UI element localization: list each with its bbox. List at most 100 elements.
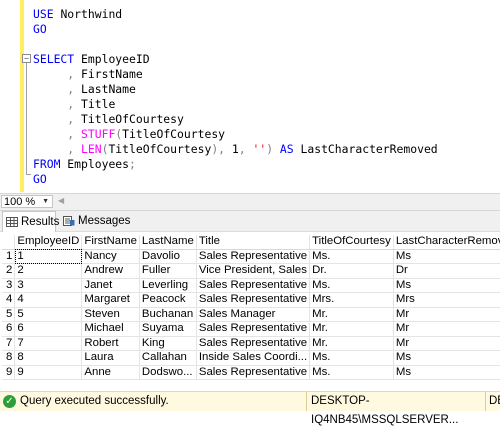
table-cell[interactable]: Mr <box>393 321 500 337</box>
table-cell[interactable]: Mrs <box>393 292 500 308</box>
table-cell[interactable]: Vice President, Sales <box>196 263 311 279</box>
row-number[interactable]: 5 <box>2 307 16 322</box>
table-cell[interactable]: Sales Representative <box>196 365 311 380</box>
table-row[interactable]: 8 8 Laura Callahan Inside Sales Coordi... Ms.… <box>2 350 500 366</box>
code-line[interactable]: , STUFF(TitleOfCourtesy <box>33 126 225 142</box>
table-cell[interactable]: Inside Sales Coordi... <box>196 350 311 366</box>
table-cell[interactable]: King <box>139 336 197 351</box>
code-line[interactable]: , Title <box>33 96 115 112</box>
row-number[interactable]: 2 <box>2 263 16 279</box>
table-cell[interactable]: Peacock <box>139 292 197 308</box>
table-cell[interactable]: Mrs. <box>309 292 394 308</box>
table-cell[interactable]: Callahan <box>139 350 197 366</box>
code-line[interactable]: GO <box>33 21 47 37</box>
table-cell[interactable]: Ms. <box>309 249 394 264</box>
table-cell[interactable]: 4 <box>14 292 83 308</box>
code-line[interactable]: , LEN(TitleOfCourtesy), 1, '') AS LastCh… <box>33 141 437 157</box>
row-number[interactable]: 1 <box>2 249 16 264</box>
table-cell[interactable]: Dr. <box>309 263 394 279</box>
table-cell[interactable]: Mr. <box>309 307 394 322</box>
column-header[interactable]: LastName <box>139 235 197 250</box>
table-cell[interactable]: Ms. <box>309 365 394 380</box>
code-line[interactable]: USE Northwind <box>33 6 122 22</box>
table-cell[interactable]: Sales Manager <box>196 307 311 322</box>
table-cell[interactable]: Mr <box>393 336 500 351</box>
row-number[interactable]: 9 <box>2 365 16 380</box>
code-line[interactable]: , FirstName <box>33 66 142 82</box>
scroll-left-icon[interactable]: ◀ <box>58 196 64 205</box>
column-header[interactable]: LastCharacterRemoved <box>393 235 500 250</box>
table-cell[interactable]: Fuller <box>139 263 197 279</box>
table-cell[interactable]: Michael <box>81 321 140 337</box>
collapse-region-icon[interactable]: − <box>22 54 31 63</box>
code-line[interactable]: , TitleOfCourtesy <box>33 111 184 127</box>
query-editor[interactable]: − USE Northwind GO SELECT EmployeeID , Fir… <box>0 0 500 192</box>
table-cell[interactable]: Ms <box>393 365 500 380</box>
column-header[interactable]: EmployeeID <box>14 235 83 250</box>
table-cell[interactable]: Steven <box>81 307 140 322</box>
column-header[interactable]: FirstName <box>81 235 140 250</box>
table-row[interactable]: 9 9 Anne Dodswo... Sales Representative Ms. Ms <box>2 365 500 380</box>
table-cell[interactable]: Ms <box>393 249 500 264</box>
table-cell[interactable]: Dodswo... <box>139 365 197 380</box>
table-cell[interactable]: Laura <box>81 350 140 366</box>
code-line[interactable]: SELECT EmployeeID <box>33 51 150 67</box>
table-cell[interactable]: Sales Representative <box>196 249 311 264</box>
row-number[interactable]: 8 <box>2 350 16 366</box>
table-cell[interactable]: Andrew <box>81 263 140 279</box>
table-cell[interactable]: Sales Representative <box>196 278 311 293</box>
code-token: , <box>33 112 82 126</box>
table-cell[interactable]: 1 <box>14 249 83 264</box>
code-line[interactable]: , LastName <box>33 81 136 97</box>
code-token: Employees <box>67 157 130 171</box>
table-cell[interactable]: Dr <box>393 263 500 279</box>
row-number[interactable]: 6 <box>2 321 16 337</box>
code-line[interactable]: GO <box>33 171 47 187</box>
table-cell[interactable]: Sales Representative <box>196 292 311 308</box>
tab-results[interactable]: Results <box>2 211 59 232</box>
table-cell[interactable]: Ms <box>393 350 500 366</box>
table-row[interactable]: 4 4 Margaret Peacock Sales Representative Mrs… <box>2 292 500 308</box>
code-line[interactable]: FROM Employees; <box>33 156 136 172</box>
table-cell[interactable]: Ms <box>393 278 500 293</box>
table-row[interactable]: 3 3 Janet Leverling Sales Representative Ms. M… <box>2 278 500 293</box>
table-cell[interactable]: Buchanan <box>139 307 197 322</box>
table-cell[interactable]: Mr. <box>309 321 394 337</box>
table-row[interactable]: 6 6 Michael Suyama Sales Representative Mr. Mr <box>2 321 500 337</box>
table-cell[interactable]: 8 <box>14 350 83 366</box>
table-cell[interactable]: Anne <box>81 365 140 380</box>
row-number[interactable]: 7 <box>2 336 16 351</box>
results-grid[interactable]: EmployeeID FirstName LastName Title Titl… <box>0 232 500 390</box>
table-cell[interactable]: Ms. <box>309 278 394 293</box>
table-cell[interactable]: Sales Representative <box>196 321 311 337</box>
column-header[interactable]: Title <box>196 235 311 250</box>
zoom-dropdown[interactable]: 100 % ▼ <box>1 195 53 208</box>
table-cell[interactable]: Sales Representative <box>196 336 311 351</box>
table-row[interactable]: 1 1 Nancy Davolio Sales Representative Ms. Ms <box>2 249 500 264</box>
tab-messages[interactable]: Messages <box>60 211 130 231</box>
table-cell[interactable]: 6 <box>14 321 83 337</box>
table-cell[interactable]: Margaret <box>81 292 140 308</box>
table-cell[interactable]: 7 <box>14 336 83 351</box>
column-header[interactable]: TitleOfCourtesy <box>309 235 394 250</box>
table-cell[interactable]: Mr <box>393 307 500 322</box>
table-cell[interactable]: Leverling <box>139 278 197 293</box>
table-cell[interactable]: 2 <box>14 263 83 279</box>
row-number[interactable]: 3 <box>2 278 16 293</box>
table-cell[interactable]: Nancy <box>81 249 140 264</box>
table-cell[interactable]: Janet <box>81 278 140 293</box>
table-cell[interactable]: 3 <box>14 278 83 293</box>
table-cell[interactable]: Ms. <box>309 350 394 366</box>
table-row[interactable]: 7 7 Robert King Sales Representative Mr. Mr <box>2 336 500 351</box>
table-row[interactable]: 2 2 Andrew Fuller Vice President, Sales Dr. Dr <box>2 263 500 279</box>
row-number-header[interactable] <box>2 235 16 250</box>
code-token: , <box>33 127 82 141</box>
table-cell[interactable]: Suyama <box>139 321 197 337</box>
table-cell[interactable]: 5 <box>14 307 83 322</box>
table-row[interactable]: 5 5 Steven Buchanan Sales Manager Mr. Mr <box>2 307 500 322</box>
table-cell[interactable]: Mr. <box>309 336 394 351</box>
table-cell[interactable]: Robert <box>81 336 140 351</box>
table-cell[interactable]: Davolio <box>139 249 197 264</box>
table-cell[interactable]: 9 <box>14 365 83 380</box>
row-number[interactable]: 4 <box>2 292 16 308</box>
